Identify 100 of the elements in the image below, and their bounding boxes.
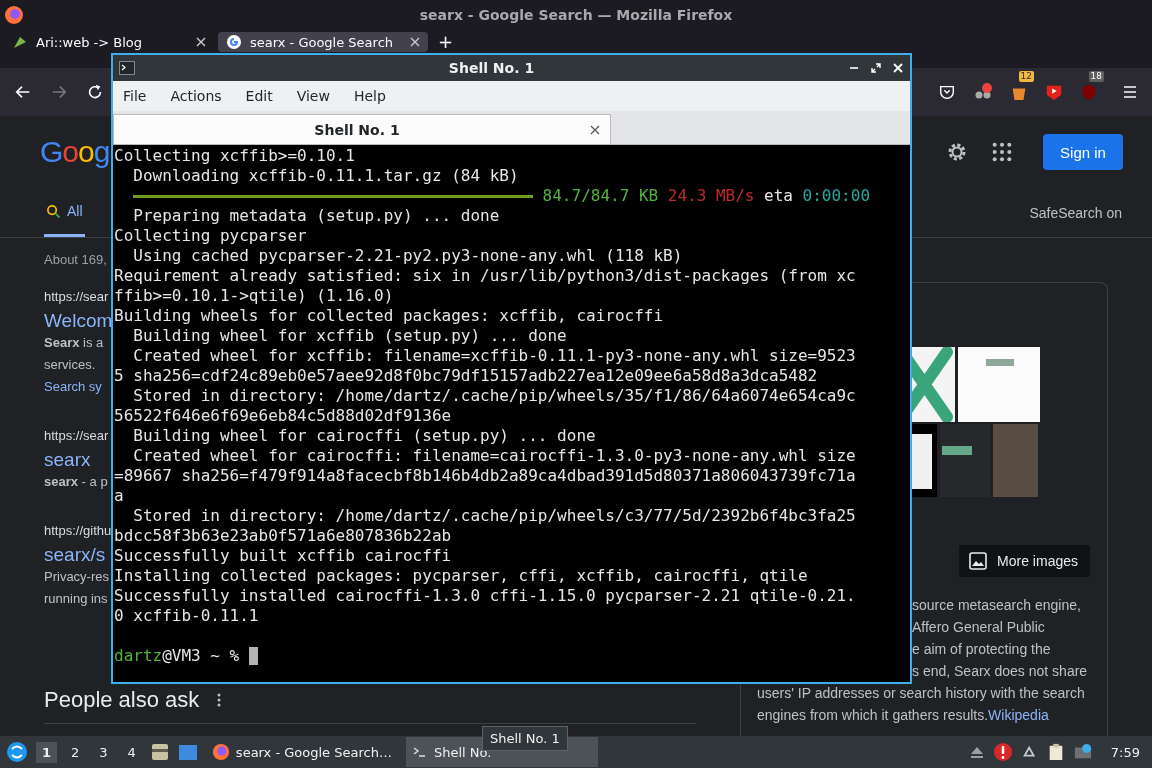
terminal-line: bdcc58f3b63e23ab0f571a6e807836b22ab	[114, 526, 453, 546]
menu-item[interactable]: Actions	[170, 88, 222, 104]
badge: 12	[1018, 71, 1034, 82]
terminal-line: Building wheels for collected packages: xcffib, cairocffi	[114, 306, 665, 326]
terminal-line: Requirement already satisfied: six in /usr/lib/python3/dist-packages (from xc	[114, 266, 857, 286]
window-icon[interactable]	[177, 742, 198, 762]
alert-icon[interactable]	[992, 742, 1013, 762]
result-snippet: Searx is a	[44, 334, 104, 352]
browser-tab[interactable]: Ari::web -> Blog	[4, 32, 214, 52]
image-thumbnail[interactable]	[912, 347, 955, 422]
terminal-line: Stored in directory: /home/dartz/.cache/pip/wheels/c3/77/5d/2392b6f4bc3fa25	[132, 506, 857, 526]
more-images-button[interactable]: More images	[959, 545, 1090, 577]
result-snippet: services.	[44, 356, 96, 374]
result-count: About 169,	[44, 252, 107, 267]
cursor-block	[249, 647, 259, 665]
safesearch-label[interactable]: SafeSearch on	[1029, 204, 1122, 221]
back-icon[interactable]	[14, 83, 32, 101]
workspace-button[interactable]: 4	[121, 741, 142, 763]
eta-label: eta	[764, 186, 793, 206]
terminal-line: Successfully installed cairocffi-1.3.0 cffi-1.15.0 pycparser-2.21 qtile-0.21.	[114, 586, 857, 606]
terminal-line: Downloading xcffib-0.11.1.tar.gz (84 kB)	[132, 166, 520, 186]
google-logo[interactable]: Goog	[40, 135, 110, 169]
download-size: 84.7/84.7 KB	[542, 186, 659, 206]
tooltip: Shell No. 1	[482, 726, 568, 751]
workspace-button[interactable]: 3	[93, 741, 114, 763]
prompt-text: @VM3 ~ %	[162, 646, 240, 666]
maximize-icon[interactable]	[870, 62, 882, 74]
firefox-logo-icon	[4, 5, 24, 25]
terminal-line: Successfully built xcffib cairocffi	[114, 546, 453, 566]
terminal-line: Collecting pycparser	[114, 226, 308, 246]
result-snippet: running ins	[44, 590, 108, 608]
result-snippet: Privacy-res	[44, 568, 109, 586]
result-url[interactable]: https://sear	[44, 289, 109, 304]
image-thumbnail[interactable]	[940, 424, 990, 497]
terminal-line: ffib>=0.10.1->qtile) (1.16.0)	[114, 286, 395, 306]
terminal-line: 0 xcffib-0.11.1	[114, 606, 260, 626]
result-url[interactable]: https://sear	[44, 428, 109, 443]
window-title: searx - Google Search — Mozilla Firefox	[419, 7, 733, 23]
download-speed: 24.3 MB/s	[667, 186, 755, 206]
workspace-button[interactable]: 1	[36, 741, 58, 763]
app-launcher-icon[interactable]	[6, 741, 28, 763]
description-text: e aim of protecting the	[912, 640, 1052, 659]
file-cabinet-icon[interactable]	[149, 742, 170, 762]
google-icon	[226, 34, 242, 50]
description-text: s end, Searx does not share	[912, 662, 1089, 681]
notification-icon[interactable]	[1072, 743, 1093, 761]
forward-icon[interactable]	[50, 83, 68, 101]
reload-icon[interactable]	[86, 83, 104, 101]
description-text: users' IP addresses or search history with the search	[757, 685, 1085, 701]
apps-grid-icon[interactable]	[991, 141, 1013, 163]
result-title-link[interactable]: Welcom	[44, 310, 113, 332]
image-thumbnail[interactable]	[958, 347, 1040, 422]
terminal-line: Installing collected packages: pycparser, cffi, xcffib, cairocffi, qtile	[114, 566, 809, 586]
menu-item[interactable]: File	[123, 88, 147, 104]
pocket-icon[interactable]	[938, 83, 956, 101]
result-snippet: searx - a p	[44, 473, 108, 491]
menu-icon[interactable]	[1122, 84, 1138, 100]
terminal-icon	[119, 60, 135, 76]
terminal-line: Created wheel for xcffib: filename=xcffib-0.11.1-py3-none-any.whl size=9523	[132, 346, 857, 366]
description-text: source metasearch engine,	[912, 596, 1082, 615]
terminal-line: Building wheel for xcffib (setup.py) ... done	[132, 326, 568, 346]
prompt-user: dartz	[114, 646, 163, 666]
terminal-line: 5 sha256=cdf24c89eb0e57aee92d8f0bc79df15157adb227ea12e09ee6a58d8a3dca5482	[114, 366, 819, 386]
terminal-line: Preparing metadata (setup.py) ... done	[132, 206, 501, 226]
firefox-logo-icon	[211, 743, 230, 761]
image-thumbnail[interactable]	[912, 424, 937, 497]
description-text: engines from which it gathers results.	[757, 707, 989, 723]
more-options-icon[interactable]	[217, 693, 222, 707]
menu-item[interactable]: Edit	[245, 88, 273, 104]
search-icon	[46, 203, 61, 219]
search-tab[interactable]: All	[44, 188, 85, 237]
taskbar-task[interactable]: searx - Google Search…	[205, 737, 398, 767]
workspace-button[interactable]: 2	[65, 741, 86, 763]
new-tab-button[interactable]: +	[438, 32, 454, 52]
terminal-line: =89667 sha256=f479f914a8facecbf8b146b4db2a89ca4dbad391d5d80371a806043739fc71a	[114, 466, 857, 486]
terminal-line: Created wheel for cairocffi: filename=cairocffi-1.3.0-py3-none-any.whl size	[132, 446, 857, 466]
terminal-tab[interactable]: Shell No. 1	[113, 114, 611, 144]
terminal-line: Collecting xcffib>=0.10.1	[114, 146, 356, 166]
terminal-line: a	[114, 486, 125, 506]
close-icon[interactable]	[590, 124, 600, 135]
play-icon[interactable]	[1045, 83, 1063, 101]
description-text: Affero General Public	[912, 618, 1046, 637]
result-link[interactable]: Search sy	[44, 376, 102, 398]
terminal-line: Building wheel for cairocffi (setup.py) ... done	[132, 426, 597, 446]
menu-item[interactable]: View	[296, 88, 330, 104]
browser-tab[interactable]: searx - Google Search	[218, 32, 428, 52]
window-title: Shell No. 1	[447, 60, 536, 76]
menu-item[interactable]: Help	[353, 88, 386, 104]
image-icon	[969, 552, 988, 570]
result-url[interactable]: https://githu	[44, 523, 112, 538]
result-title-link[interactable]: searx	[44, 449, 91, 471]
sign-in-button[interactable]: Sign in	[1043, 134, 1123, 170]
terminal-line: Using cached pycparser-2.21-py2.py3-none-any.whl (118 kB)	[132, 246, 684, 266]
result-title-link[interactable]: searx/s	[44, 544, 106, 566]
badge: 18	[1088, 71, 1104, 82]
eta-time: 0:00:00	[802, 186, 870, 206]
terminal-line: 56522f646e6f69e6eb84c5d88d02df9136e	[114, 406, 453, 426]
clock: 7:59	[1110, 744, 1140, 760]
section-heading: People also ask	[44, 687, 200, 713]
wikipedia-link[interactable]: Wikipedia	[988, 707, 1049, 723]
